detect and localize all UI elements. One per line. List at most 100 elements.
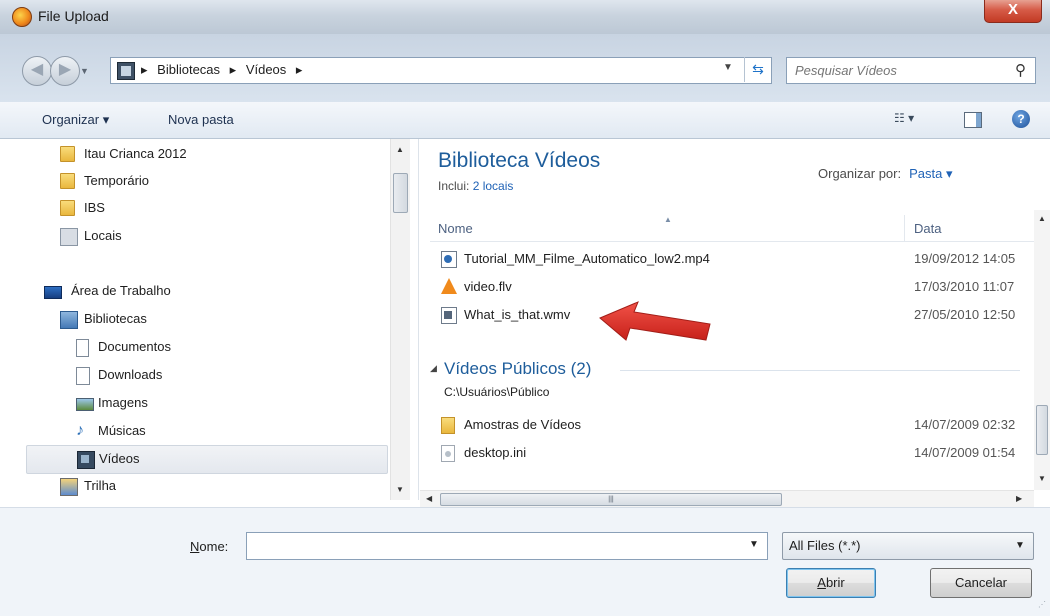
library-includes: Inclui: 2 locais bbox=[438, 179, 513, 193]
nav-item-label: Músicas bbox=[98, 423, 146, 438]
history-dropdown-icon[interactable]: ▼ bbox=[80, 66, 89, 76]
documents-icon bbox=[76, 339, 89, 357]
scroll-right-icon[interactable]: ▶ bbox=[1016, 494, 1022, 503]
collapse-triangle-icon[interactable]: ◢ bbox=[430, 363, 437, 374]
arrange-by: Organizar por: Pasta ▾ bbox=[818, 166, 952, 182]
address-dropdown-icon[interactable]: ▼ bbox=[723, 62, 733, 73]
firefox-icon bbox=[12, 7, 32, 27]
nav-item-locais[interactable]: Locais bbox=[26, 223, 386, 250]
search-icon[interactable]: ⚲ bbox=[1015, 61, 1026, 79]
back-arrow-icon: ◀ bbox=[30, 61, 44, 78]
filename-combobox[interactable]: ▼ bbox=[246, 532, 768, 560]
filename-input[interactable] bbox=[251, 537, 735, 556]
open-button[interactable]: Abrir bbox=[786, 568, 876, 598]
close-button[interactable]: X bbox=[984, 0, 1042, 23]
group-header-videos-publicos[interactable]: ◢ Vídeos Públicos (2) bbox=[430, 357, 1030, 381]
scroll-thumb[interactable]: ||| bbox=[440, 493, 782, 506]
file-name: desktop.ini bbox=[464, 445, 527, 460]
mp4-file-icon bbox=[441, 251, 457, 268]
library-icon bbox=[60, 311, 78, 329]
wmv-file-icon bbox=[441, 307, 457, 324]
column-divider[interactable] bbox=[904, 215, 905, 241]
nav-item-temporario[interactable]: Temporário bbox=[26, 168, 386, 195]
help-button[interactable]: ? bbox=[1012, 110, 1030, 128]
file-date: 27/05/2010 12:50 bbox=[914, 307, 1016, 322]
nav-item-label: Temporário bbox=[84, 173, 150, 188]
file-date: 19/09/2012 14:05 bbox=[914, 251, 1016, 266]
scroll-thumb[interactable] bbox=[393, 173, 408, 213]
nav-item-downloads[interactable]: Downloads bbox=[26, 362, 386, 389]
breadcrumb-bibliotecas[interactable]: Bibliotecas bbox=[157, 62, 220, 77]
nav-item-label: Itau Crianca 2012 bbox=[84, 146, 187, 161]
red-arrow-annotation bbox=[599, 301, 711, 341]
scroll-down-icon[interactable]: ▼ bbox=[1038, 474, 1046, 483]
nav-item-bibliotecas[interactable]: Bibliotecas bbox=[26, 306, 386, 333]
nav-item-label: Locais bbox=[84, 228, 122, 243]
chevron-down-icon[interactable]: ▼ bbox=[749, 539, 759, 550]
organize-button[interactable]: Organizar ▾ bbox=[42, 112, 109, 128]
scroll-down-icon[interactable]: ▼ bbox=[396, 485, 404, 494]
navigation-pane: Itau Crianca 2012 Temporário IBS Locais … bbox=[0, 139, 410, 500]
file-row[interactable]: desktop.ini 14/07/2009 01:54 bbox=[438, 441, 1038, 465]
forward-button[interactable]: ▶ bbox=[50, 56, 80, 86]
back-button[interactable]: ◀ bbox=[22, 56, 52, 86]
column-header-date[interactable]: Data bbox=[914, 221, 941, 236]
view-options-button[interactable]: ☷ ▾ bbox=[894, 111, 914, 125]
folder-icon bbox=[441, 417, 455, 434]
column-header-name[interactable]: Nome bbox=[438, 221, 473, 236]
new-folder-button[interactable]: Nova pasta bbox=[168, 112, 234, 127]
includes-locations-link[interactable]: 2 locais bbox=[473, 179, 514, 193]
chevron-down-icon: ▾ bbox=[908, 111, 915, 125]
details-view-icon: ☷ bbox=[894, 111, 905, 125]
address-bar[interactable]: ▸ Bibliotecas ▸ Vídeos ▸ ▼ bbox=[110, 57, 772, 84]
library-title: Biblioteca Vídeos bbox=[438, 149, 601, 172]
nav-item-label: Área de Trabalho bbox=[71, 283, 171, 298]
scroll-left-icon[interactable]: ◀ bbox=[426, 494, 432, 503]
filename-label: Nome: bbox=[190, 539, 229, 554]
forward-arrow-icon: ▶ bbox=[58, 61, 72, 78]
nav-item-label: Downloads bbox=[98, 367, 163, 382]
search-input[interactable] bbox=[793, 61, 997, 80]
nav-item-area-de-trabalho[interactable]: Área de Trabalho bbox=[26, 278, 386, 305]
file-list-horizontal-scrollbar[interactable]: ◀ ||| ▶ bbox=[420, 490, 1034, 507]
file-type-select[interactable]: All Files (*.*) ▼ bbox=[782, 532, 1034, 560]
file-row[interactable]: video.flv 17/03/2010 11:07 bbox=[438, 275, 1038, 299]
file-name: Tutorial_MM_Filme_Automatico_low2.mp4 bbox=[464, 251, 710, 266]
breadcrumb-separator[interactable]: ▸ bbox=[296, 62, 303, 77]
videos-library-icon bbox=[117, 62, 135, 80]
includes-label: Inclui: bbox=[438, 179, 470, 193]
nav-item-imagens[interactable]: Imagens bbox=[26, 390, 386, 417]
preview-pane-button[interactable] bbox=[964, 112, 982, 128]
nav-item-trilha[interactable]: Trilha bbox=[26, 473, 386, 500]
nav-item-ibs[interactable]: IBS bbox=[26, 195, 386, 222]
group-path: C:\Usuários\Público bbox=[444, 385, 550, 399]
file-list-vertical-scrollbar[interactable]: ▲ ▼ bbox=[1034, 210, 1050, 490]
nav-scrollbar[interactable]: ▲ ▼ bbox=[390, 139, 410, 500]
cancel-button[interactable]: Cancelar bbox=[930, 568, 1032, 598]
nav-item-label: Bibliotecas bbox=[84, 311, 147, 326]
breadcrumb-separator: ▸ bbox=[229, 62, 237, 77]
nav-item-documentos[interactable]: Documentos bbox=[26, 334, 386, 361]
nav-item-itau-crianca-2012[interactable]: Itau Crianca 2012 bbox=[26, 141, 386, 168]
file-row[interactable]: What_is_that.wmv 27/05/2010 12:50 bbox=[438, 303, 1038, 327]
file-date: 14/07/2009 02:32 bbox=[914, 417, 1016, 432]
resize-grip-icon[interactable]: ⋰ bbox=[1038, 600, 1046, 609]
refresh-button[interactable]: ⇆ bbox=[744, 57, 771, 82]
file-row[interactable]: Tutorial_MM_Filme_Automatico_low2.mp4 19… bbox=[438, 247, 1038, 271]
chevron-down-icon: ▼ bbox=[1015, 540, 1025, 551]
scroll-up-icon[interactable]: ▲ bbox=[1038, 214, 1046, 223]
scroll-thumb[interactable] bbox=[1036, 405, 1048, 455]
file-row[interactable]: Amostras de Vídeos 14/07/2009 02:32 bbox=[438, 413, 1038, 437]
nav-item-videos[interactable]: Vídeos bbox=[26, 445, 388, 474]
group-divider bbox=[620, 370, 1020, 371]
desktop-icon bbox=[44, 286, 62, 299]
breadcrumb-videos[interactable]: Vídeos bbox=[246, 62, 286, 77]
nav-item-label: Imagens bbox=[98, 395, 148, 410]
file-type-value: All Files (*.*) bbox=[789, 538, 861, 553]
pane-splitter[interactable] bbox=[410, 139, 419, 500]
nav-item-musicas[interactable]: ♪ Músicas bbox=[26, 418, 386, 445]
search-box[interactable]: ⚲ bbox=[786, 57, 1036, 84]
arrange-by-dropdown[interactable]: Pasta ▾ bbox=[909, 166, 952, 181]
folder-icon bbox=[60, 200, 75, 216]
scroll-up-icon[interactable]: ▲ bbox=[396, 145, 404, 154]
